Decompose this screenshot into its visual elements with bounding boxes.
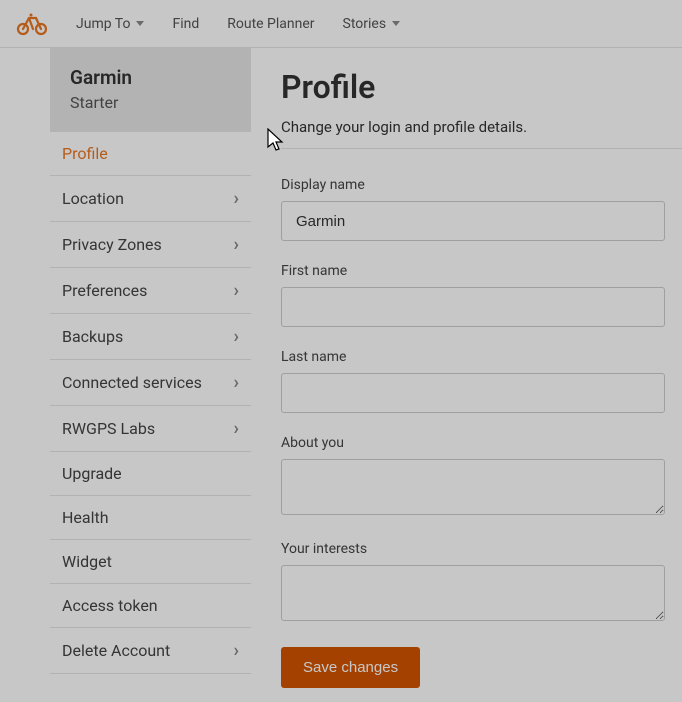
form-group-first-name: First name (281, 263, 682, 327)
chevron-right-icon: › (234, 372, 239, 393)
chevron-right-icon: › (234, 326, 239, 347)
first-name-input[interactable] (281, 287, 665, 327)
nav-item-label: Route Planner (227, 16, 314, 32)
sidebar-item-label: RWGPS Labs (62, 419, 155, 438)
sidebar-item-label: Delete Account (62, 641, 170, 660)
sidebar-item-label: Backups (62, 327, 123, 346)
interests-label: Your interests (281, 541, 682, 557)
main-content: Profile Change your login and profile de… (251, 48, 682, 688)
save-button[interactable]: Save changes (281, 647, 420, 688)
nav-jump-to[interactable]: Jump To (76, 16, 144, 32)
sidebar-item-connected-services[interactable]: Connected services › (50, 360, 251, 406)
top-nav: Jump To Find Route Planner Stories (0, 0, 682, 48)
page-title: Profile (281, 68, 682, 106)
sidebar-item-label: Access token (62, 596, 158, 615)
sidebar-item-privacy-zones[interactable]: Privacy Zones › (50, 222, 251, 268)
form-group-about-you: About you (281, 435, 682, 519)
chevron-right-icon: › (234, 188, 239, 209)
sidebar-item-label: Health (62, 508, 109, 527)
nav-find[interactable]: Find (172, 16, 199, 32)
chevron-right-icon: › (234, 418, 239, 439)
about-you-textarea[interactable] (281, 459, 665, 515)
sidebar-item-health[interactable]: Health (50, 496, 251, 540)
sidebar-item-label: Location (62, 189, 124, 208)
chevron-right-icon: › (234, 280, 239, 301)
sidebar-item-label: Preferences (62, 281, 147, 300)
sidebar-item-delete-account[interactable]: Delete Account › (50, 628, 251, 674)
sidebar-item-preferences[interactable]: Preferences › (50, 268, 251, 314)
nav-item-label: Find (172, 16, 199, 32)
nav-stories[interactable]: Stories (343, 16, 401, 32)
sidebar-item-backups[interactable]: Backups › (50, 314, 251, 360)
last-name-label: Last name (281, 349, 682, 365)
sidebar-item-profile[interactable]: Profile (50, 132, 251, 176)
sidebar-item-label: Upgrade (62, 464, 122, 483)
form-group-interests: Your interests (281, 541, 682, 625)
page-subtitle: Change your login and profile details. (281, 118, 682, 149)
sidebar-menu: Profile Location › Privacy Zones › Prefe… (50, 132, 251, 674)
sidebar-item-label: Connected services (62, 373, 202, 392)
nav-item-label: Jump To (76, 16, 130, 32)
logo[interactable] (16, 12, 48, 36)
last-name-input[interactable] (281, 373, 665, 413)
nav-item-label: Stories (343, 16, 387, 32)
sidebar: Garmin Starter Profile Location › Privac… (0, 48, 251, 688)
display-name-label: Display name (281, 177, 682, 193)
sidebar-item-widget[interactable]: Widget (50, 540, 251, 584)
form-group-last-name: Last name (281, 349, 682, 413)
sidebar-item-upgrade[interactable]: Upgrade (50, 452, 251, 496)
chevron-down-icon (392, 21, 400, 26)
sidebar-item-location[interactable]: Location › (50, 176, 251, 222)
form-group-display-name: Display name (281, 177, 682, 241)
chevron-right-icon: › (234, 234, 239, 255)
sidebar-item-rwgps-labs[interactable]: RWGPS Labs › (50, 406, 251, 452)
user-name: Garmin (70, 66, 231, 89)
sidebar-item-access-token[interactable]: Access token (50, 584, 251, 628)
user-card: Garmin Starter (50, 48, 251, 132)
sidebar-item-label: Profile (62, 144, 108, 163)
user-plan: Starter (70, 93, 231, 112)
sidebar-item-label: Privacy Zones (62, 235, 162, 254)
sidebar-item-label: Widget (62, 552, 112, 571)
chevron-right-icon: › (234, 640, 239, 661)
nav-route-planner[interactable]: Route Planner (227, 16, 314, 32)
display-name-input[interactable] (281, 201, 665, 241)
chevron-down-icon (136, 21, 144, 26)
first-name-label: First name (281, 263, 682, 279)
about-you-label: About you (281, 435, 682, 451)
interests-textarea[interactable] (281, 565, 665, 621)
